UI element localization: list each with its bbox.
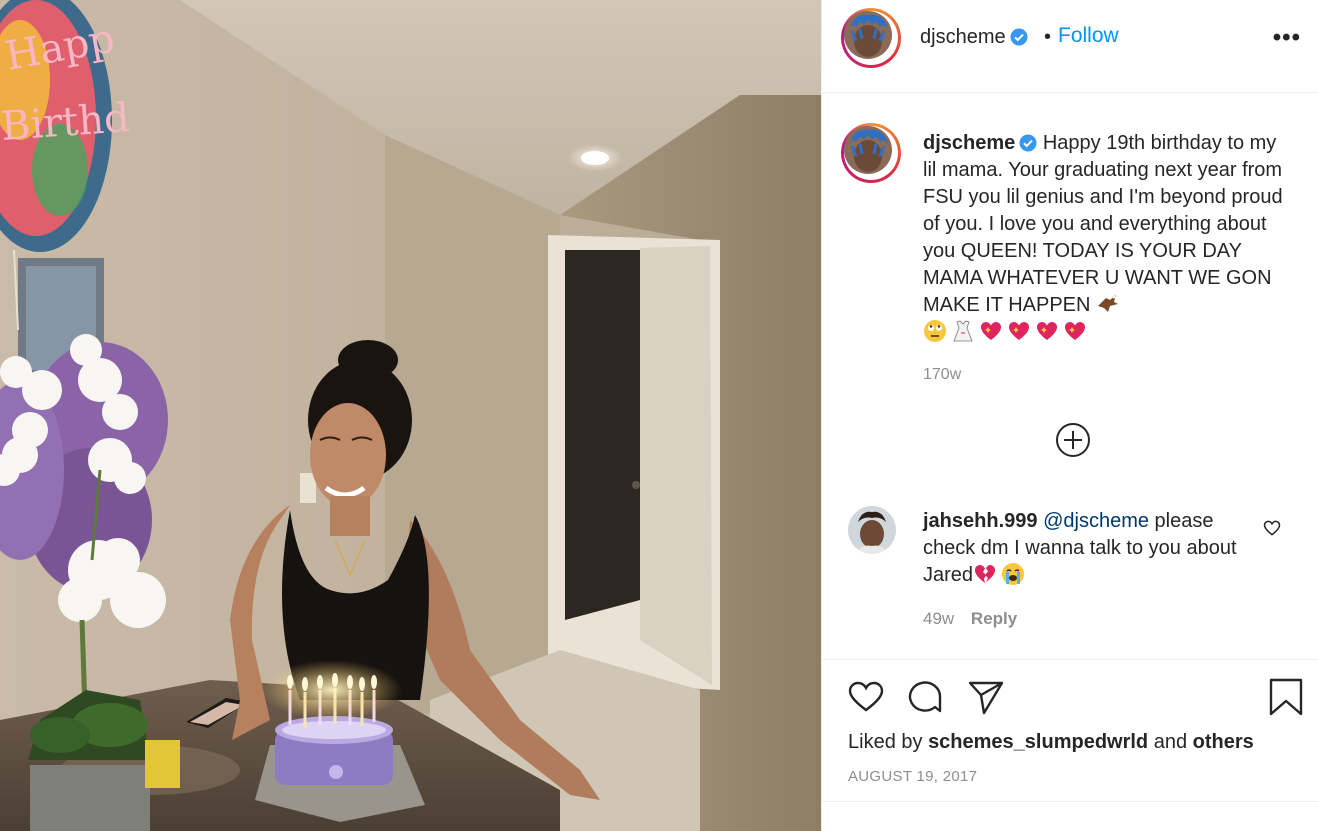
post-actions: Liked by schemes_slumpedwrld and others …: [822, 659, 1318, 831]
loudly-crying-emoji: [1002, 563, 1025, 585]
sparkling-heart-emoji: [1037, 322, 1057, 340]
comment-body: jahsehh.999 @djscheme please check dm I …: [923, 508, 1243, 589]
post-caption: djscheme Happy 19th birthday to my lil m…: [923, 130, 1283, 346]
comment-mention[interactable]: @djscheme: [1043, 510, 1149, 532]
post-date[interactable]: AUGUST 19, 2017: [848, 768, 977, 785]
sparkling-heart-emoji: [1009, 322, 1029, 340]
caption-avatar[interactable]: [841, 123, 901, 183]
svg-text:Birthd: Birthd: [0, 95, 131, 150]
author-username[interactable]: djscheme: [920, 26, 1028, 49]
divider: [822, 801, 1318, 802]
comment-meta: 49w Reply: [923, 609, 1017, 629]
commenter-username[interactable]: jahsehh.999: [923, 510, 1038, 532]
author-avatar[interactable]: [841, 8, 901, 68]
liked-by-others[interactable]: others: [1193, 731, 1254, 753]
likes-summary: Liked by schemes_slumpedwrld and others: [848, 731, 1254, 754]
verified-badge-icon: [1010, 28, 1028, 46]
caption-text: Happy 19th birthday to my lil mama. Your…: [923, 132, 1283, 316]
liked-by-prefix: Liked by: [848, 731, 923, 753]
sparkling-heart-emoji: [981, 322, 1001, 340]
more-options-icon[interactable]: •••: [1273, 24, 1301, 52]
header-separator: •: [1044, 26, 1052, 48]
post-photo[interactable]: Happ Birthd: [0, 0, 821, 831]
bookmark-icon[interactable]: [1266, 677, 1306, 717]
caption-avatar-image: [844, 126, 892, 174]
birthday-photo-image: Happ Birthd: [0, 0, 821, 831]
commenter-avatar-image: [848, 506, 896, 554]
plus-circle-icon[interactable]: [1055, 422, 1091, 458]
liked-by-and: and: [1153, 731, 1188, 753]
comment-age[interactable]: 49w: [923, 609, 954, 628]
author-avatar-image: [844, 11, 892, 59]
liked-by-user[interactable]: schemes_slumpedwrld: [928, 731, 1148, 753]
post-side-panel: djscheme • Follow ••• djscheme Happy 19t…: [821, 0, 1318, 831]
verified-badge-icon: [1019, 134, 1037, 152]
post-header: djscheme • Follow •••: [822, 0, 1318, 93]
comment-like-heart-icon[interactable]: [1262, 518, 1282, 538]
caption-username[interactable]: djscheme: [923, 132, 1015, 154]
sparkling-heart-emoji: [1065, 322, 1085, 340]
reply-button[interactable]: Reply: [971, 609, 1017, 628]
dress-emoji: [953, 320, 973, 342]
eagle-emoji: [1098, 295, 1119, 312]
comment-bubble-icon[interactable]: [905, 677, 945, 717]
broken-heart-emoji: [975, 565, 996, 583]
caption-age[interactable]: 170w: [923, 366, 961, 384]
follow-button[interactable]: Follow: [1058, 24, 1119, 48]
paper-plane-icon[interactable]: [966, 677, 1006, 717]
commenter-avatar[interactable]: [848, 506, 896, 554]
heart-icon[interactable]: [846, 677, 886, 717]
rolling-eyes-emoji: [924, 320, 946, 342]
